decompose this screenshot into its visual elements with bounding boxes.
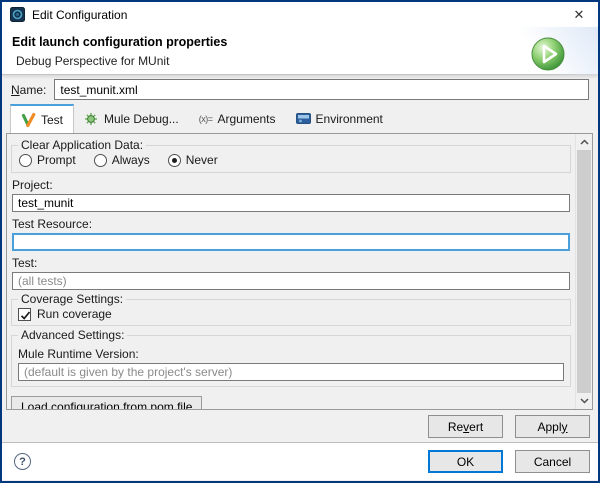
help-icon[interactable]: ?	[14, 453, 31, 470]
vertical-scrollbar[interactable]	[575, 134, 592, 409]
clear-application-data-legend: Clear Application Data:	[18, 138, 146, 152]
name-label: Name:	[11, 83, 46, 97]
radio-always-circle[interactable]	[94, 154, 107, 167]
scrollbar-thumb[interactable]	[577, 150, 591, 393]
test-resource-label: Test Resource:	[12, 217, 570, 231]
tab-label: Arguments	[217, 112, 275, 126]
clear-application-data-group: Clear Application Data: Prompt Always Ne…	[11, 138, 571, 173]
test-input[interactable]	[12, 272, 570, 290]
debug-run-icon	[530, 36, 566, 72]
tab-mule-debug[interactable]: Mule Debug...	[74, 104, 189, 133]
apply-button[interactable]: Apply	[515, 415, 590, 438]
arguments-icon: (x)=	[199, 114, 213, 124]
environment-icon	[296, 112, 311, 126]
tab-label: Test	[41, 113, 63, 127]
project-label: Project:	[12, 178, 570, 192]
scrollbar-up-icon[interactable]	[576, 134, 592, 150]
radio-prompt-label: Prompt	[37, 153, 76, 167]
app-icon	[10, 7, 25, 22]
titlebar: Edit Configuration ✕	[2, 2, 598, 27]
cancel-button[interactable]: Cancel	[515, 450, 590, 473]
close-icon[interactable]: ✕	[566, 4, 592, 25]
radio-prompt[interactable]: Prompt	[19, 153, 76, 167]
name-input[interactable]	[54, 79, 589, 100]
header-subtitle: Debug Perspective for MUnit	[2, 49, 598, 68]
tab-bar: Test Mule Debug... (x)= Arguments	[2, 104, 598, 133]
radio-always[interactable]: Always	[94, 153, 150, 167]
advanced-settings-legend: Advanced Settings:	[18, 328, 127, 342]
test-resource-input[interactable]	[12, 233, 570, 251]
tab-label: Environment	[316, 112, 383, 126]
header-title: Edit launch configuration properties	[2, 27, 598, 49]
radio-prompt-circle[interactable]	[19, 154, 32, 167]
munit-test-icon	[21, 113, 36, 127]
run-coverage-label: Run coverage	[37, 307, 112, 321]
test-tab-content: Clear Application Data: Prompt Always Ne…	[7, 134, 575, 409]
radio-always-label: Always	[112, 153, 150, 167]
edit-configuration-dialog: Edit Configuration ✕ Edit launch configu…	[0, 0, 600, 483]
scrollbar-down-icon[interactable]	[576, 393, 592, 409]
dialog-header: Edit launch configuration properties Deb…	[2, 27, 598, 75]
tab-environment[interactable]: Environment	[286, 104, 393, 133]
radio-never[interactable]: Never	[168, 153, 218, 167]
mule-debug-icon	[84, 112, 99, 126]
radio-never-circle[interactable]	[168, 154, 181, 167]
tab-test[interactable]: Test	[10, 104, 74, 133]
project-input[interactable]	[12, 194, 570, 212]
tab-content-area: Clear Application Data: Prompt Always Ne…	[6, 133, 593, 410]
run-coverage-checkbox[interactable]	[18, 308, 31, 321]
coverage-settings-legend: Coverage Settings:	[18, 292, 126, 306]
mule-runtime-version-label: Mule Runtime Version:	[18, 347, 562, 361]
ok-button[interactable]: OK	[428, 450, 503, 473]
window-title: Edit Configuration	[32, 8, 127, 22]
name-row: Name:	[2, 75, 598, 104]
run-coverage-row[interactable]: Run coverage	[18, 306, 564, 322]
load-configuration-from-pom-button[interactable]: Load configuration from pom file	[11, 396, 202, 409]
clear-application-data-options: Prompt Always Never	[18, 152, 564, 169]
revert-apply-row: Revert Apply	[2, 410, 598, 443]
mule-runtime-version-input[interactable]	[18, 363, 564, 381]
tab-arguments[interactable]: (x)= Arguments	[189, 104, 286, 133]
coverage-settings-group: Coverage Settings: Run coverage	[11, 292, 571, 326]
test-label: Test:	[12, 256, 570, 270]
tab-label: Mule Debug...	[104, 112, 179, 126]
radio-never-label: Never	[186, 153, 218, 167]
advanced-settings-group: Advanced Settings: Mule Runtime Version:	[11, 328, 571, 387]
bottom-button-bar: ? OK Cancel	[2, 443, 598, 480]
revert-button[interactable]: Revert	[428, 415, 503, 438]
